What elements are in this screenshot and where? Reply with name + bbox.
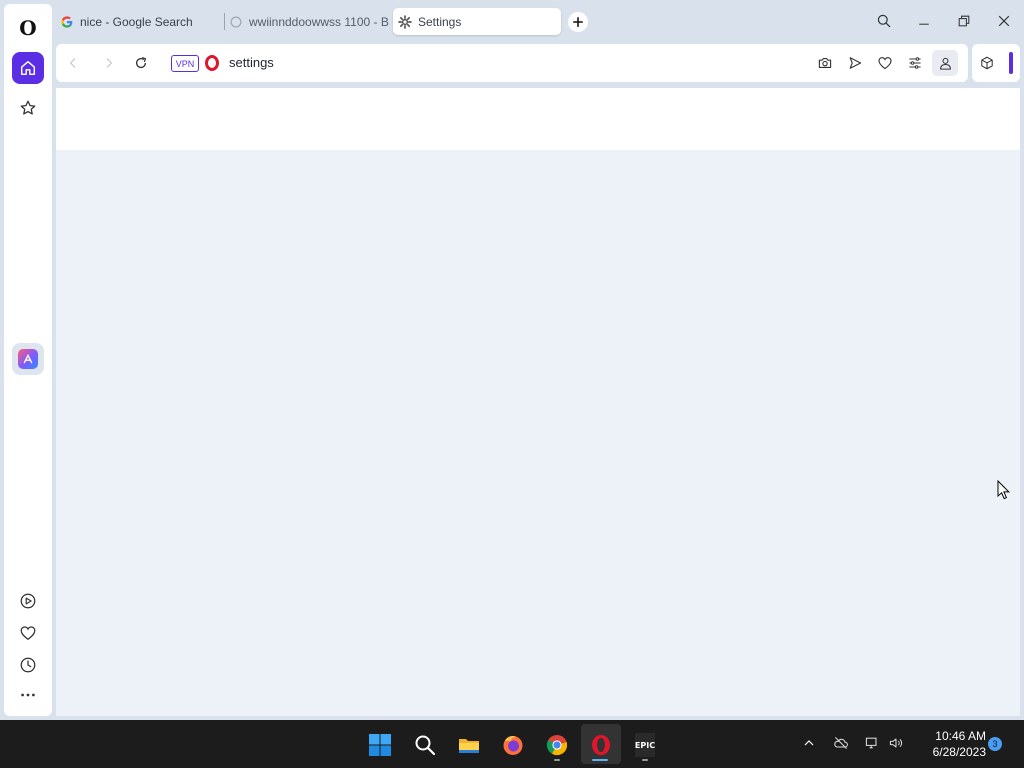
opera-logo-text: O xyxy=(19,16,37,40)
tab-settings[interactable]: Settings xyxy=(393,8,561,35)
sidebar-toggle-indicator[interactable] xyxy=(1009,52,1013,74)
taskbar-search-button[interactable] xyxy=(408,728,442,762)
close-icon xyxy=(998,15,1010,27)
profile-button[interactable] xyxy=(932,50,958,76)
sidebar: O xyxy=(4,4,52,716)
chevron-left-icon xyxy=(69,58,76,68)
speaker-icon xyxy=(889,738,903,748)
google-icon xyxy=(60,15,74,29)
sidebar-item-aria[interactable] xyxy=(12,343,44,375)
chrome-icon xyxy=(546,735,568,756)
opera-logo[interactable]: O xyxy=(17,14,39,42)
forward-button[interactable] xyxy=(100,54,118,72)
running-indicator xyxy=(592,759,608,761)
opera-button[interactable] xyxy=(584,728,618,762)
heart-icon xyxy=(878,57,892,70)
new-tab-button[interactable] xyxy=(568,12,588,32)
snapshot-button[interactable] xyxy=(816,54,834,72)
clock-time: 10:46 AM xyxy=(935,729,986,743)
back-button[interactable] xyxy=(64,54,82,72)
extensions-area xyxy=(972,44,1020,82)
restore-button[interactable] xyxy=(950,8,978,34)
sidebar-item-home[interactable] xyxy=(12,52,44,84)
opera-icon xyxy=(205,55,219,71)
star-icon xyxy=(20,100,36,115)
firefox-button[interactable] xyxy=(496,728,530,762)
sidebar-item-bookmarks[interactable] xyxy=(12,92,44,124)
easy-setup-button[interactable] xyxy=(906,54,924,72)
start-icon xyxy=(369,734,391,756)
tab-search-button[interactable] xyxy=(870,8,898,34)
reload-button[interactable] xyxy=(132,54,150,72)
sidebar-item-history[interactable] xyxy=(12,649,44,681)
tab-title: wwiinnddoowwss 1100 - B xyxy=(249,14,389,29)
play-icon xyxy=(20,593,36,609)
mouse-cursor-icon xyxy=(997,480,1010,500)
close-button[interactable] xyxy=(990,8,1018,34)
user-icon xyxy=(939,57,951,70)
minimize-icon xyxy=(919,23,929,25)
chevron-up-icon xyxy=(804,740,814,746)
running-indicator xyxy=(554,759,560,761)
minimize-button[interactable] xyxy=(910,8,938,34)
send-icon xyxy=(849,57,862,69)
firefox-icon xyxy=(503,736,523,755)
flow-button[interactable] xyxy=(846,54,864,72)
running-indicator xyxy=(642,759,648,761)
tab-google-search[interactable]: nice - Google Search xyxy=(60,8,220,35)
reload-icon xyxy=(135,56,147,69)
chrome-button[interactable] xyxy=(540,728,574,762)
settings-header xyxy=(56,88,1020,150)
vpn-label: VPN xyxy=(175,58,195,69)
file-explorer-icon xyxy=(459,739,479,753)
volume-button[interactable] xyxy=(886,733,906,753)
tab-title: Settings xyxy=(418,14,462,29)
notification-count: 3 xyxy=(992,739,998,749)
sidebar-item-pinboards[interactable] xyxy=(12,617,44,649)
restore-icon xyxy=(958,15,970,27)
chevron-right-icon xyxy=(106,58,113,68)
network-button[interactable] xyxy=(862,733,882,753)
gear-icon xyxy=(398,14,412,29)
camera-icon xyxy=(818,58,832,68)
clock-icon xyxy=(20,657,36,673)
pinboard-button[interactable] xyxy=(876,54,894,72)
search-icon xyxy=(415,735,436,756)
tab-title: nice - Google Search xyxy=(80,14,193,29)
url-field[interactable]: settings xyxy=(229,55,789,73)
network-icon xyxy=(865,737,877,749)
opera-icon xyxy=(592,735,610,755)
url-text: settings xyxy=(229,55,274,70)
home-icon xyxy=(20,60,36,76)
clock-date: 6/28/2023 xyxy=(932,745,986,759)
file-explorer-button[interactable] xyxy=(452,728,486,762)
show-hidden-icons-button[interactable] xyxy=(799,733,819,753)
vpn-badge[interactable]: VPN xyxy=(171,55,199,72)
start-button[interactable] xyxy=(363,728,397,762)
tab-separator xyxy=(224,13,225,30)
cube-icon xyxy=(981,56,993,70)
sidebar-item-more[interactable] xyxy=(12,679,44,711)
cloud-off-icon xyxy=(834,737,848,749)
aria-icon xyxy=(18,349,38,369)
more-icon xyxy=(21,693,35,697)
notification-badge[interactable]: 3 xyxy=(988,737,1002,751)
loading-icon xyxy=(229,15,243,29)
heart-icon xyxy=(20,626,36,641)
tab-windows-11[interactable]: wwiinnddoowwss 1100 - B xyxy=(229,8,389,35)
search-icon xyxy=(877,14,891,28)
page-content xyxy=(56,88,1020,716)
extensions-button[interactable] xyxy=(978,54,996,72)
sidebar-item-player[interactable] xyxy=(12,585,44,617)
onedrive-button[interactable] xyxy=(831,733,851,753)
epic-label: EPIC xyxy=(634,740,656,750)
epic-games-icon: EPIC xyxy=(635,733,655,757)
plus-icon xyxy=(573,17,583,27)
clock[interactable]: 10:46 AM 6/28/2023 xyxy=(912,728,986,762)
sliders-icon xyxy=(909,57,921,69)
epic-games-button[interactable]: EPIC xyxy=(628,728,662,762)
address-toolbar: VPN settings xyxy=(56,44,968,82)
